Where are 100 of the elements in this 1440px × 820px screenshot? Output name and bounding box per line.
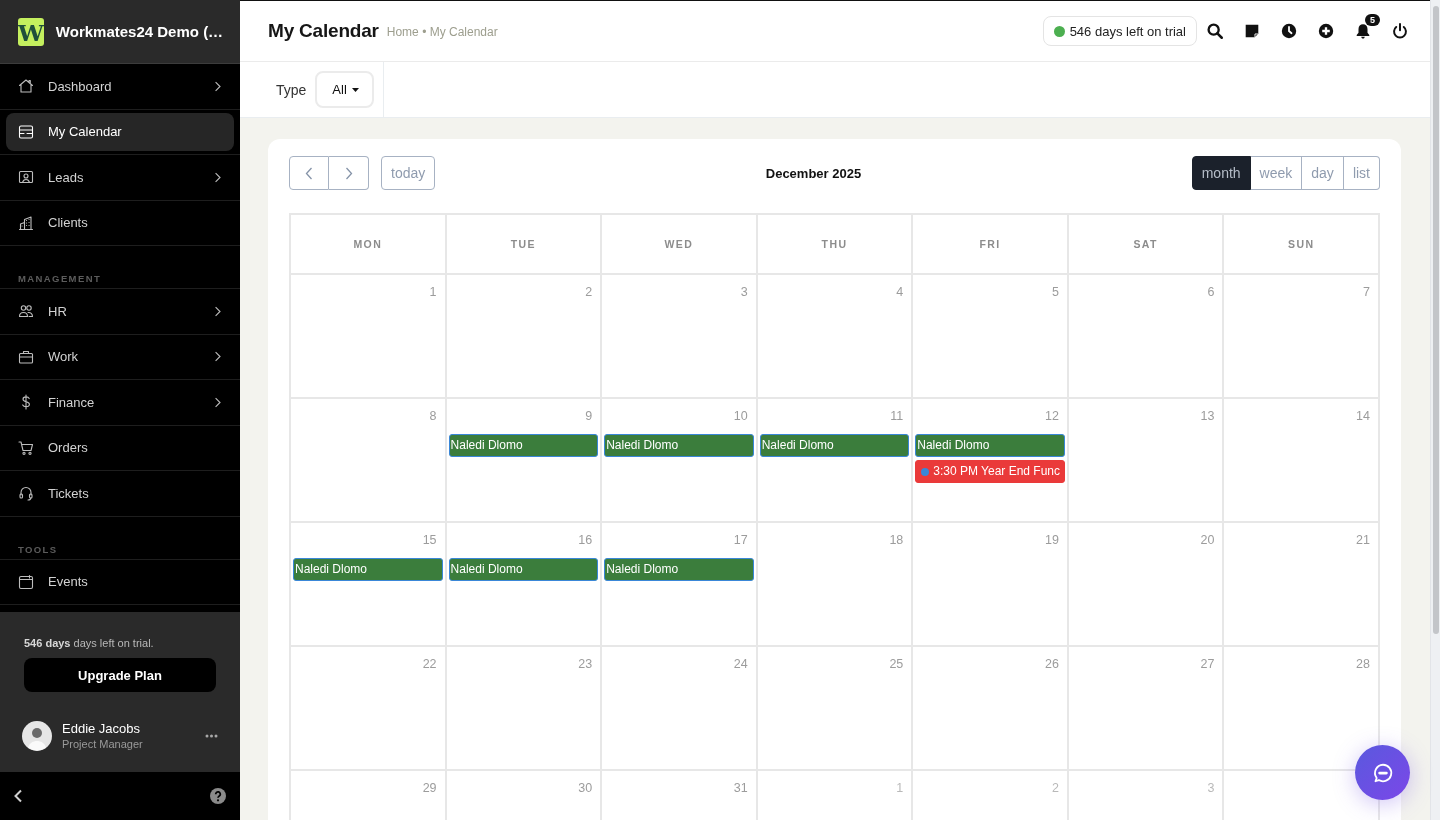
caret-icon [351,87,359,92]
month-title: December 2025 [765,165,862,181]
bell-icon[interactable] [1354,22,1372,40]
day-number: 16 [578,532,593,549]
chevron-right-icon [214,79,222,93]
day-number: 10 [733,408,748,425]
note-icon[interactable] [1243,22,1261,40]
day-number: 12 [1044,408,1059,425]
search-icon[interactable] [1206,22,1224,40]
weekday-label: SAT [1133,238,1158,250]
chevron-right-icon [214,350,222,364]
workspace-name[interactable]: Workmates24 Demo (… [55,23,224,40]
nav-item[interactable]: Dashboard [6,67,234,106]
clock-icon[interactable] [1280,22,1298,40]
day-number: 8 [429,408,437,425]
nav-item[interactable]: Leads [6,158,234,197]
more-icon[interactable] [205,734,218,738]
day-number: 1 [896,780,904,797]
day-number: 30 [578,780,593,797]
power-icon[interactable] [1391,22,1409,40]
day-number: 2 [1051,780,1059,797]
nav-item[interactable]: Orders [6,428,234,467]
nav-item[interactable]: Clients [6,203,234,242]
day-number: 1 [429,284,437,301]
calendar-event[interactable]: 3:30 PM Year End Func [915,460,1065,483]
home-icon [18,78,34,95]
chevron-right-icon [214,395,222,409]
nav-item[interactable]: Events [6,562,234,601]
day-number: 3 [1207,780,1215,797]
chevron-right-icon [214,304,222,318]
day-number: 22 [422,656,437,673]
scrollbar-thumb[interactable] [1433,6,1439,634]
plus-circle-icon[interactable] [1317,22,1335,40]
day-number: 31 [733,780,748,797]
notification-count: 5 [1365,14,1380,26]
nav-item[interactable]: Tickets [6,474,234,513]
scrollbar-track[interactable] [1430,0,1440,820]
nav-item[interactable]: HR [6,292,234,331]
user-name: Eddie Jacobs [62,721,142,737]
weekday-label: SUN [1288,238,1315,250]
nav-item[interactable]: Finance [6,383,234,422]
trial-badge[interactable]: 546 days left on trial [1042,16,1197,46]
calendar-event[interactable]: Naledi Dlomo [293,558,443,581]
calendar-event[interactable]: Naledi Dlomo [604,558,754,581]
page-title: My Calendar [268,20,379,42]
calendar-icon [18,573,34,590]
day-number: 21 [1356,532,1370,549]
chat-icon [1371,761,1394,784]
people-icon [18,303,34,320]
help-icon[interactable] [210,788,226,804]
headset-icon [18,485,34,502]
day-number: 23 [578,656,593,673]
section-label: TOOLS [18,543,58,555]
trial-text: 546 days left on trial [1069,23,1186,39]
trial-note: 546 days days left on trial. [24,637,155,650]
weekday-label: FRI [979,238,1001,250]
chevron-right-icon [344,166,353,180]
nav-item[interactable]: Work [6,337,234,376]
calendar-event[interactable]: Naledi Dlomo [759,434,910,457]
day-number: 9 [585,408,593,425]
day-number: 14 [1356,408,1370,425]
calendar-icon [18,123,34,140]
user-role: Project Manager [62,737,144,751]
cart-icon [18,439,34,456]
chevron-right-icon [214,170,222,184]
chevron-left-icon[interactable] [13,789,23,803]
user-avatar[interactable] [22,721,52,751]
weekday-label: WED [664,238,694,250]
weekday-label: THU [821,238,848,250]
day-number: 25 [889,656,904,673]
weekday-label: TUE [510,238,536,250]
day-number: 15 [422,532,437,549]
chevron-left-icon [305,166,313,180]
calendar-event[interactable]: Naledi Dlomo [448,558,599,581]
day-number: 29 [422,780,437,797]
day-number: 20 [1200,532,1215,549]
day-number: 17 [733,532,748,549]
section-label: MANAGEMENT [18,273,102,284]
contact-card-icon [18,169,34,186]
day-number: 19 [1044,532,1059,549]
nav-item[interactable]: My Calendar [6,112,234,151]
upgrade-button[interactable]: Upgrade Plan [24,658,216,692]
status-dot-icon [1053,25,1065,37]
logo: W [18,17,44,46]
briefcase-icon [18,348,34,365]
day-number: 18 [889,532,904,549]
day-number: 2 [585,284,593,301]
calendar-event[interactable]: Naledi Dlomo [915,434,1065,457]
day-number: 28 [1356,656,1370,673]
building-icon [18,214,34,231]
status-dot-icon [921,467,930,476]
day-number: 7 [1363,284,1370,301]
type-dropdown[interactable]: All [315,71,374,108]
day-number: 27 [1200,656,1215,673]
weekday-label: MON [353,238,383,250]
view-tab[interactable]: month [1191,156,1251,190]
day-number: 11 [890,408,904,425]
calendar-event[interactable]: Naledi Dlomo [448,434,599,457]
calendar-event[interactable]: Naledi Dlomo [604,434,754,457]
filter-label: Type [276,81,307,98]
